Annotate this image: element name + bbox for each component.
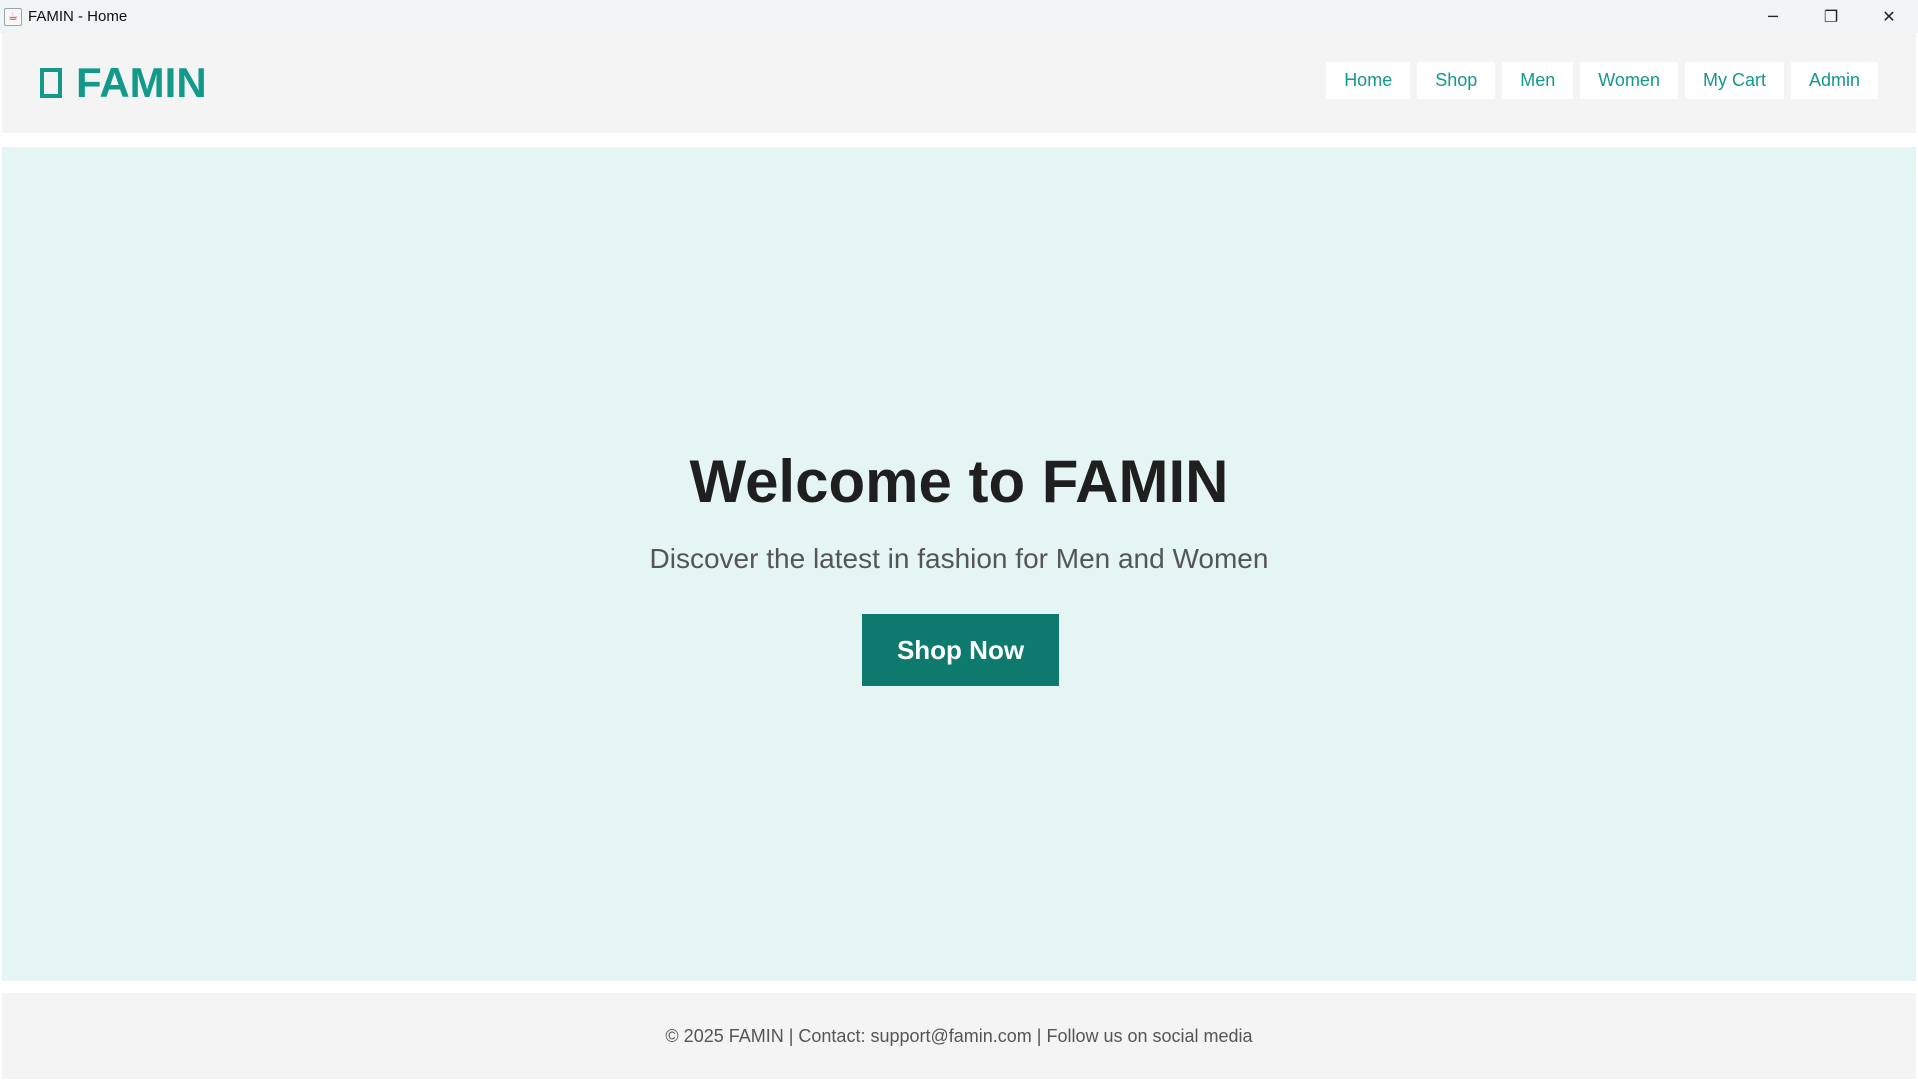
restore-button[interactable]: ❐ — [1802, 0, 1860, 33]
site-header: FAMIN Home Shop Men Women My Cart Admin — [2, 33, 1916, 133]
footer-text: © 2025 FAMIN | Contact: support@famin.co… — [665, 1025, 1253, 1046]
close-button[interactable]: ✕ — [1860, 0, 1918, 33]
site-footer: © 2025 FAMIN | Contact: support@famin.co… — [2, 993, 1916, 1079]
java-app-icon: ☕ — [4, 7, 22, 26]
main-nav: Home Shop Men Women My Cart Admin — [1326, 62, 1878, 99]
title-bar: ☕ FAMIN - Home ─ ❐ ✕ — [0, 0, 1918, 33]
nav-shop-button[interactable]: Shop — [1417, 62, 1496, 99]
nav-admin-button[interactable]: Admin — [1790, 62, 1878, 99]
hero-subtitle: Discover the latest in fashion for Men a… — [649, 543, 1269, 574]
brand-logo[interactable]: FAMIN — [40, 59, 207, 107]
window-title: FAMIN - Home — [28, 8, 128, 25]
window-controls: ─ ❐ ✕ — [1744, 0, 1918, 33]
app-window: ☕ FAMIN - Home ─ ❐ ✕ FAMIN Home Shop Men… — [0, 0, 1918, 1083]
shop-now-button[interactable]: Shop Now — [862, 614, 1059, 686]
minimize-button[interactable]: ─ — [1744, 0, 1802, 33]
nav-women-button[interactable]: Women — [1580, 62, 1678, 99]
rectangle-icon — [40, 68, 62, 98]
brand-name: FAMIN — [76, 59, 207, 106]
nav-my-cart-button[interactable]: My Cart — [1684, 62, 1784, 99]
nav-home-button[interactable]: Home — [1326, 62, 1411, 99]
nav-men-button[interactable]: Men — [1502, 62, 1574, 99]
hero-section: Welcome to FAMIN Discover the latest in … — [2, 147, 1916, 981]
hero-title: Welcome to FAMIN — [689, 448, 1229, 515]
